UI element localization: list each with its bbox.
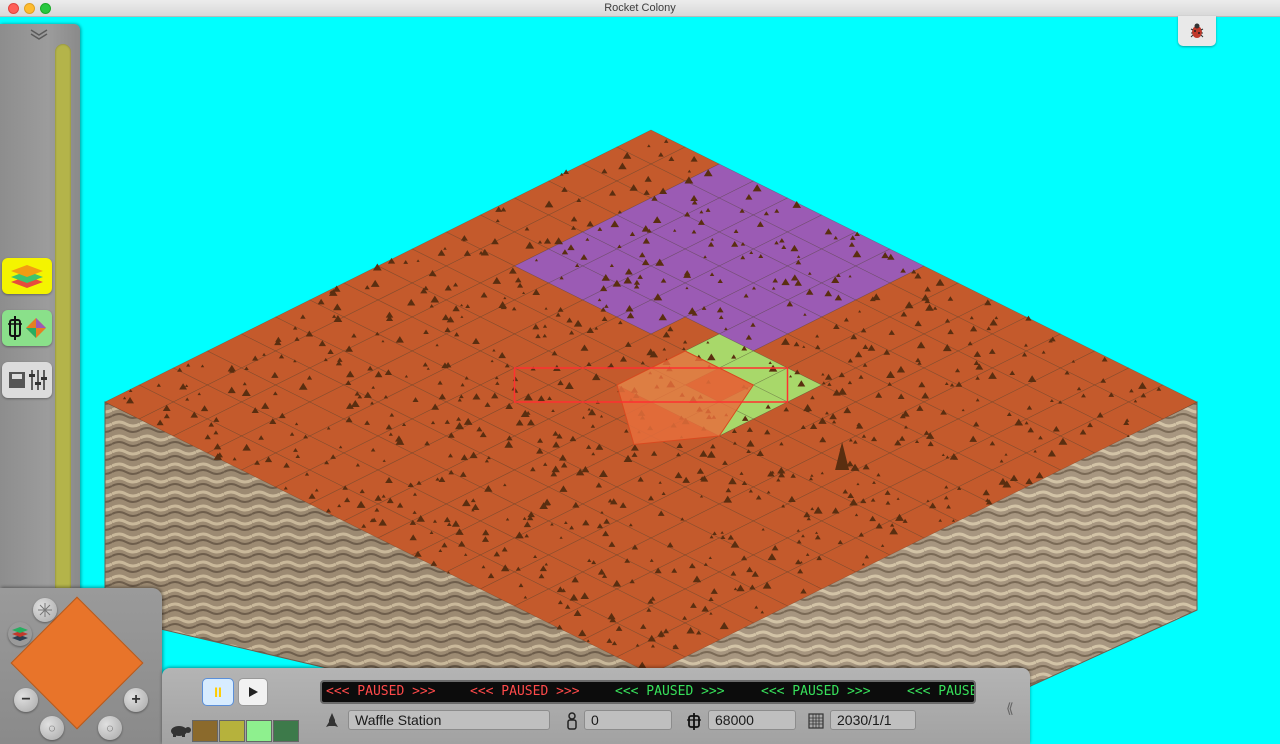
rotate-right-button[interactable]: ◌ — [98, 716, 122, 740]
debug-button[interactable] — [1178, 16, 1216, 46]
funds-field: 68000 — [708, 710, 796, 730]
stack-icon — [12, 627, 28, 641]
play-button[interactable] — [238, 678, 268, 706]
calendar-icon — [808, 713, 824, 729]
expand-panel-button[interactable]: ⟪ — [1006, 700, 1014, 717]
colony-name-field[interactable]: Waffle Station — [348, 710, 550, 730]
play-icon — [249, 687, 258, 697]
ticker-message: <<< PAUSED >>> — [615, 684, 725, 699]
layer-toggle-button[interactable] — [8, 622, 32, 646]
double-chevron-left-icon: ⟪ — [1006, 700, 1014, 716]
bug-icon — [1190, 23, 1204, 38]
save-settings-icon — [9, 370, 47, 390]
layers-icon — [11, 265, 43, 288]
swatch-forest[interactable] — [273, 720, 299, 742]
swatch-soil[interactable] — [192, 720, 218, 742]
swatch-sand[interactable] — [219, 720, 245, 742]
pause-button[interactable]: II — [202, 678, 234, 706]
ticker-message: <<< PAUSED >>> — [470, 684, 580, 699]
ticker-message: <<< PAUSED >>> — [326, 684, 436, 699]
turtle-icon — [171, 726, 191, 737]
stats-tool-button[interactable] — [2, 310, 52, 346]
vertical-slider[interactable] — [55, 44, 71, 604]
map-navigator: − + ◌ ◌ — [0, 588, 162, 744]
plus-icon: + — [131, 691, 141, 708]
rotate-view-button[interactable] — [33, 598, 57, 622]
ticker-message: <<< PAUSED >>> — [761, 684, 871, 699]
left-tool-panel — [0, 24, 80, 604]
game-map[interactable] — [0, 0, 1280, 744]
collapse-chevron-icon[interactable] — [28, 28, 50, 42]
settings-tool-button[interactable] — [2, 362, 52, 398]
minus-icon: − — [21, 691, 31, 708]
rocket-icon — [326, 713, 338, 727]
date-field: 2030/1/1 — [830, 710, 916, 730]
status-ticker: <<< PAUSED >>> <<< PAUSED >>> <<< PAUSED… — [320, 680, 976, 704]
layers-tool-button[interactable] — [2, 258, 52, 294]
pause-icon: II — [214, 684, 222, 700]
compass-icon — [38, 603, 52, 617]
zoom-in-button[interactable]: + — [124, 688, 148, 712]
control-bar: II <<< PAUSED >>> <<< PAUSED >>> <<< PAU… — [162, 668, 1030, 744]
population-field: 0 — [584, 710, 672, 730]
funds-icon — [687, 713, 701, 730]
person-icon — [567, 712, 577, 730]
swatch-grass[interactable] — [246, 720, 272, 742]
rotate-right-icon: ◌ — [106, 721, 114, 735]
stats-icon — [8, 316, 46, 340]
ticker-message: <<< PAUSED >>> — [907, 684, 974, 699]
rotate-left-button[interactable]: ◌ — [40, 716, 64, 740]
zoom-out-button[interactable]: − — [14, 688, 38, 712]
rotate-left-icon: ◌ — [48, 721, 56, 735]
